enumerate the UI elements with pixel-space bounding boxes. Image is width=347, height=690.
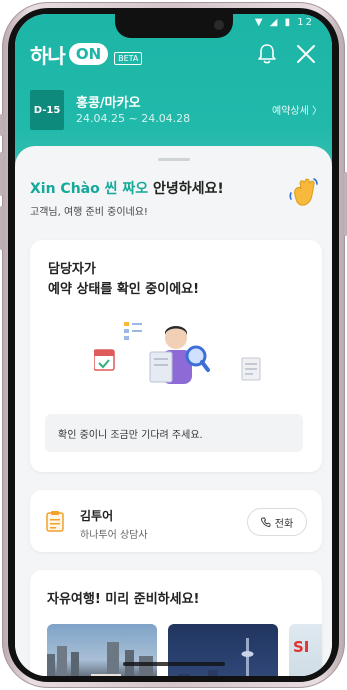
trip-summary[interactable]: D-15 홍콩/마카오 24.04.25 ~ 24.04.28 예약상세 〉 <box>30 90 322 130</box>
bottom-sheet: Xin Chào 씬 짜오 안녕하세요! 고객님, 여행 준비 중이네요! 담당… <box>15 146 332 676</box>
sheet-drag-handle[interactable] <box>158 158 190 161</box>
greeting-name: Xin Chào 씬 짜오 <box>30 181 149 197</box>
dday-badge: D-15 <box>30 90 64 130</box>
call-button[interactable]: 전화 <box>247 508 307 536</box>
agent-name: 김투어 <box>80 509 114 523</box>
free-travel-title: 자유여행! 미리 준비하세요! <box>47 592 200 607</box>
logo-badge: ON <box>68 43 109 65</box>
greeting-subtitle: 고객님, 여행 준비 중이네요! <box>30 207 148 218</box>
thumb3-text: SI <box>293 638 310 656</box>
travel-thumbnail-partial[interactable]: SI <box>289 624 322 676</box>
trip-dates: 24.04.25 ~ 24.04.28 <box>76 112 191 125</box>
phone-icon <box>260 517 271 527</box>
front-camera <box>214 20 224 30</box>
close-icon[interactable] <box>295 43 317 65</box>
harbor-image <box>47 642 153 676</box>
agent-role: 하나투어 상담사 <box>80 530 148 541</box>
travel-thumbnail-harbor[interactable] <box>47 624 157 676</box>
greeting-suffix: 안녕하세요! <box>148 181 224 197</box>
free-travel-card: 자유여행! 미리 준비하세요! SI <box>30 570 322 676</box>
beta-tag: BETA <box>114 51 143 65</box>
greeting-title: Xin Chào 씬 짜오 안녕하세요! <box>30 178 224 198</box>
trip-destination: 홍콩/마카오 <box>76 96 141 111</box>
call-button-label: 전화 <box>274 518 294 530</box>
home-indicator[interactable] <box>123 662 225 666</box>
app-screen: ▼ ◢ ▮ 12 하나 ON BETA D-15 홍콩/마카오 24.04.25… <box>15 14 332 676</box>
status-bar-icons: ▼ ◢ ▮ 12 <box>254 17 314 28</box>
travel-thumbnail-tower[interactable] <box>168 624 278 676</box>
mute-switch <box>0 114 3 136</box>
status-title-line-1: 담당자가 <box>48 262 96 277</box>
clipboard-icon <box>46 511 64 532</box>
status-title-line-2: 예약 상태를 확인 중이에요! <box>48 282 200 297</box>
reservation-detail-link[interactable]: 예약상세 〉 <box>272 102 322 117</box>
status-card-title: 담당자가 예약 상태를 확인 중이에요! <box>48 260 199 300</box>
volume-down-button <box>0 206 3 250</box>
bell-icon[interactable] <box>257 43 277 65</box>
status-notice: 확인 중이니 조금만 기다려 주세요. <box>45 414 303 452</box>
agent-card: 김투어 하나투어 상담사 전화 <box>30 490 322 552</box>
checking-illustration <box>94 322 261 384</box>
logo-text: 하나 <box>30 43 66 68</box>
tower-image <box>178 638 254 676</box>
reservation-status-card: 담당자가 예약 상태를 확인 중이에요! 확인 중이니 조금만 기다려 주세요. <box>30 240 322 472</box>
waving-hand-icon <box>289 178 318 206</box>
volume-up-button <box>0 152 3 196</box>
app-logo: 하나 ON BETA <box>30 42 143 68</box>
